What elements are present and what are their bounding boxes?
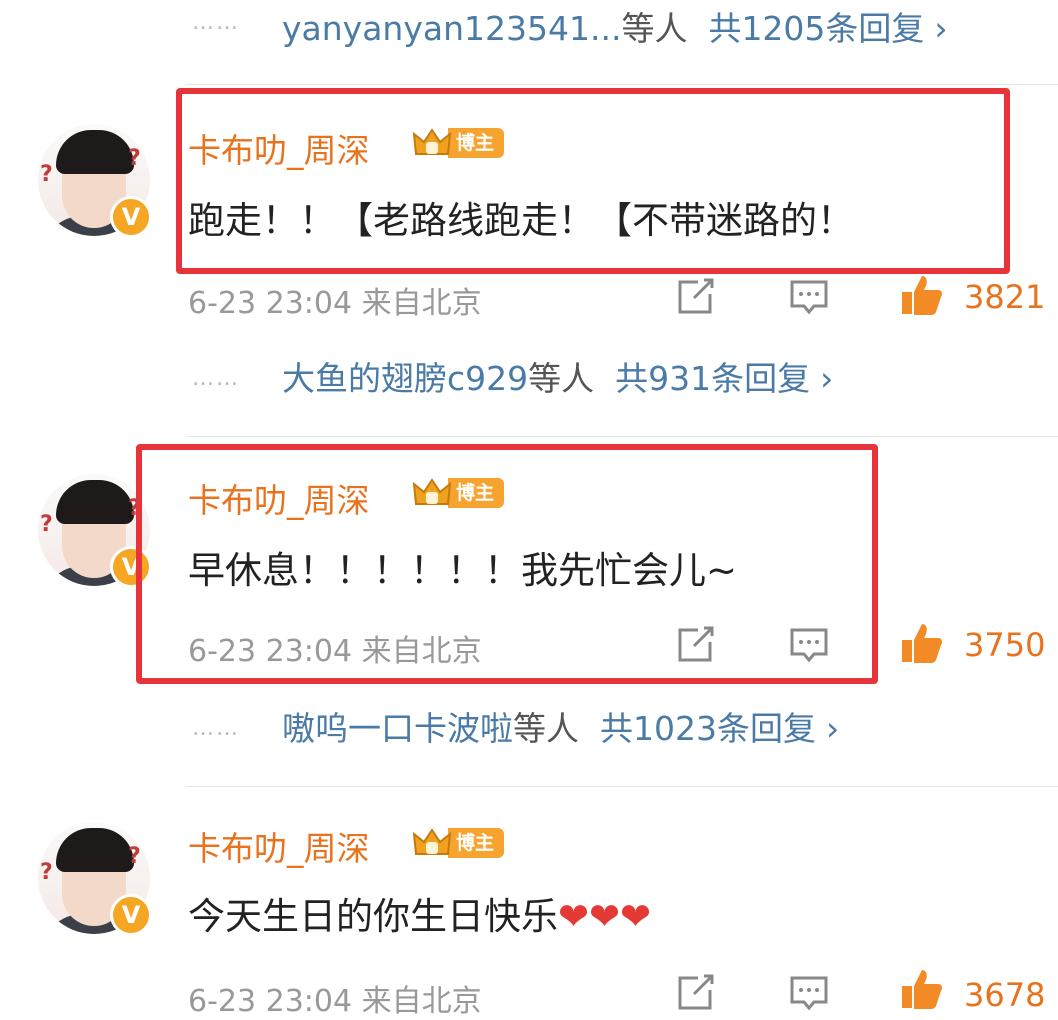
chevron-right-icon: ›	[934, 9, 948, 48]
divider	[186, 436, 1058, 437]
comment-text: 今天生日的你生日快乐❤❤❤	[188, 886, 651, 940]
highlight-box	[136, 444, 878, 684]
username[interactable]: 卡布叻_周深	[188, 822, 370, 870]
reply-users: 大鱼的翅膀c929	[282, 359, 529, 398]
comment-meta: 6-23 23:04 来自北京	[188, 976, 482, 1020]
thumbs-up-icon[interactable]	[898, 966, 946, 1014]
reply-dots: ……	[192, 366, 240, 391]
comment-icon[interactable]	[788, 972, 830, 1014]
comment-meta: 6-23 23:04 来自北京	[188, 278, 482, 322]
share-icon[interactable]	[674, 972, 716, 1014]
reply-summary-link[interactable]: 嗷呜一口卡波啦等人 共1023条回复 ›	[282, 702, 839, 750]
reply-users: yanyanyan123541...	[282, 9, 622, 48]
reply-count: 共931条回复	[615, 359, 811, 398]
reply-dots: ……	[192, 10, 240, 35]
comment-text-body: 今天生日的你生日快乐	[188, 895, 558, 938]
chevron-right-icon: ›	[820, 359, 834, 398]
like-count: 3678	[964, 976, 1046, 1014]
like-count: 3821	[964, 278, 1046, 316]
reply-dots: ……	[192, 716, 240, 741]
verified-icon: V	[110, 196, 152, 238]
crown-icon	[412, 826, 452, 860]
comment-source: 来自北京	[361, 286, 482, 321]
verified-icon: V	[110, 894, 152, 936]
reply-summary-link[interactable]: 大鱼的翅膀c929等人 共931条回复 ›	[282, 352, 833, 400]
comment-icon[interactable]	[788, 276, 830, 318]
author-badge-label: 博主	[448, 828, 505, 858]
divider	[186, 786, 1058, 787]
reply-summary-link[interactable]: yanyanyan123541...等人 共1205条回复 ›	[282, 2, 948, 50]
reply-mid: 等人	[621, 9, 688, 48]
comment-source: 来自北京	[361, 984, 482, 1019]
reply-count: 共1205条回复	[708, 9, 925, 48]
highlight-box	[176, 88, 1010, 274]
reply-count: 共1023条回复	[599, 709, 816, 748]
thumbs-up-icon[interactable]	[898, 620, 946, 668]
comment-time: 6-23 23:04	[188, 984, 353, 1019]
reply-mid: 等人	[528, 359, 595, 398]
divider	[186, 84, 1058, 85]
like-count: 3750	[964, 626, 1046, 664]
author-badge: 博主	[412, 826, 505, 860]
reply-users: 嗷呜一口卡波啦	[282, 709, 513, 748]
reply-mid: 等人	[513, 709, 579, 748]
share-icon[interactable]	[674, 276, 716, 318]
comment-time: 6-23 23:04	[188, 286, 353, 321]
chevron-right-icon: ›	[825, 709, 840, 748]
thumbs-up-icon[interactable]	[898, 272, 946, 320]
heart-icon: ❤❤❤	[558, 895, 652, 938]
